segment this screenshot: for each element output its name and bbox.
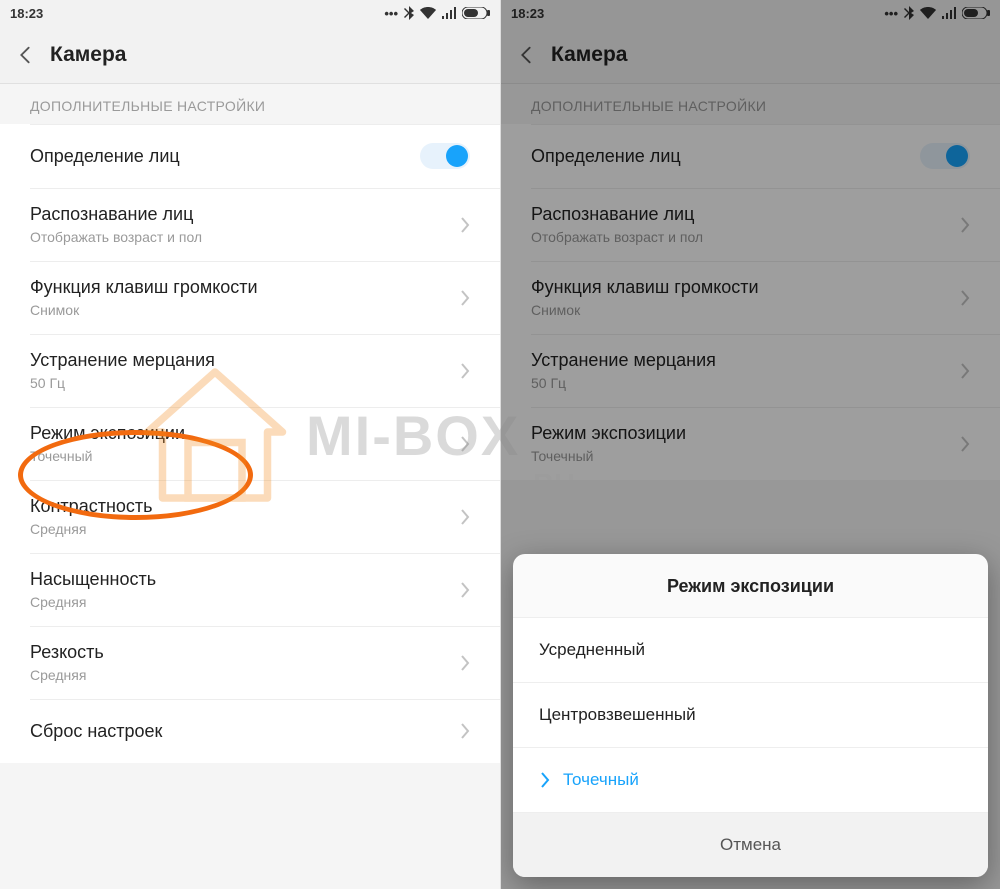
row-sub: 50 Гц <box>30 375 450 391</box>
screen-right: 18:23 ••• Камера ДОПОЛНИТЕЛЬНЫЕ НАСТРОЙК… <box>500 0 1000 889</box>
section-header: ДОПОЛНИТЕЛЬНЫЕ НАСТРОЙКИ <box>0 84 500 124</box>
row-label: Сброс настроек <box>30 721 450 742</box>
more-icon: ••• <box>384 6 398 21</box>
signal-icon <box>442 7 456 19</box>
chevron-right-icon <box>460 217 470 233</box>
option-spot[interactable]: Точечный <box>513 748 988 813</box>
chevron-right-icon <box>460 290 470 306</box>
row-label: Функция клавиш громкости <box>30 277 450 298</box>
row-label: Насыщенность <box>30 569 450 590</box>
title-bar: Камера <box>0 26 500 84</box>
chevron-right-icon <box>460 582 470 598</box>
status-bar: 18:23 ••• <box>0 0 500 26</box>
status-icons: ••• <box>384 6 490 21</box>
chevron-right-icon <box>460 509 470 525</box>
chevron-right-icon <box>460 723 470 739</box>
chevron-right-icon <box>460 363 470 379</box>
dialog-title: Режим экспозиции <box>513 554 988 618</box>
bluetooth-icon <box>404 6 414 20</box>
option-average[interactable]: Усредненный <box>513 618 988 683</box>
row-sub: Точечный <box>30 448 450 464</box>
exposure-mode-dialog: Режим экспозиции Усредненный Центровзвеш… <box>513 554 988 877</box>
settings-list: Определение лиц Распознавание лиц Отобра… <box>0 124 500 763</box>
cancel-button[interactable]: Отмена <box>513 813 988 877</box>
toggle-face-detection[interactable] <box>420 143 470 169</box>
chevron-right-icon <box>460 436 470 452</box>
option-label: Усредненный <box>539 640 645 660</box>
row-label: Режим экспозиции <box>30 423 450 444</box>
screen-left: 18:23 ••• Камера ДОПОЛНИТЕЛЬНЫЕ НАСТРОЙК… <box>0 0 500 889</box>
chevron-right-icon <box>460 655 470 671</box>
page-title: Камера <box>50 43 126 67</box>
row-sub: Средняя <box>30 667 450 683</box>
row-sub: Отображать возраст и пол <box>30 229 450 245</box>
option-label: Точечный <box>563 770 639 790</box>
row-sub: Средняя <box>30 594 450 610</box>
row-label: Устранение мерцания <box>30 350 450 371</box>
row-sub: Средняя <box>30 521 450 537</box>
chevron-right-icon <box>539 772 551 788</box>
row-label: Распознавание лиц <box>30 204 450 225</box>
row-volume-key[interactable]: Функция клавиш громкости Снимок <box>0 261 500 334</box>
row-label: Определение лиц <box>30 146 420 167</box>
back-icon[interactable] <box>14 44 36 66</box>
row-exposure-mode[interactable]: Режим экспозиции Точечный <box>0 407 500 480</box>
row-saturation[interactable]: Насыщенность Средняя <box>0 553 500 626</box>
battery-icon <box>462 7 490 19</box>
row-sharpness[interactable]: Резкость Средняя <box>0 626 500 699</box>
row-label: Контрастность <box>30 496 450 517</box>
row-face-detection[interactable]: Определение лиц <box>0 124 500 188</box>
row-contrast[interactable]: Контрастность Средняя <box>0 480 500 553</box>
row-face-recognition[interactable]: Распознавание лиц Отображать возраст и п… <box>0 188 500 261</box>
row-anti-flicker[interactable]: Устранение мерцания 50 Гц <box>0 334 500 407</box>
status-time: 18:23 <box>10 6 43 21</box>
row-sub: Снимок <box>30 302 450 318</box>
option-label: Центровзвешенный <box>539 705 696 725</box>
row-reset-settings[interactable]: Сброс настроек <box>0 699 500 763</box>
row-label: Резкость <box>30 642 450 663</box>
wifi-icon <box>420 7 436 19</box>
option-center-weighted[interactable]: Центровзвешенный <box>513 683 988 748</box>
